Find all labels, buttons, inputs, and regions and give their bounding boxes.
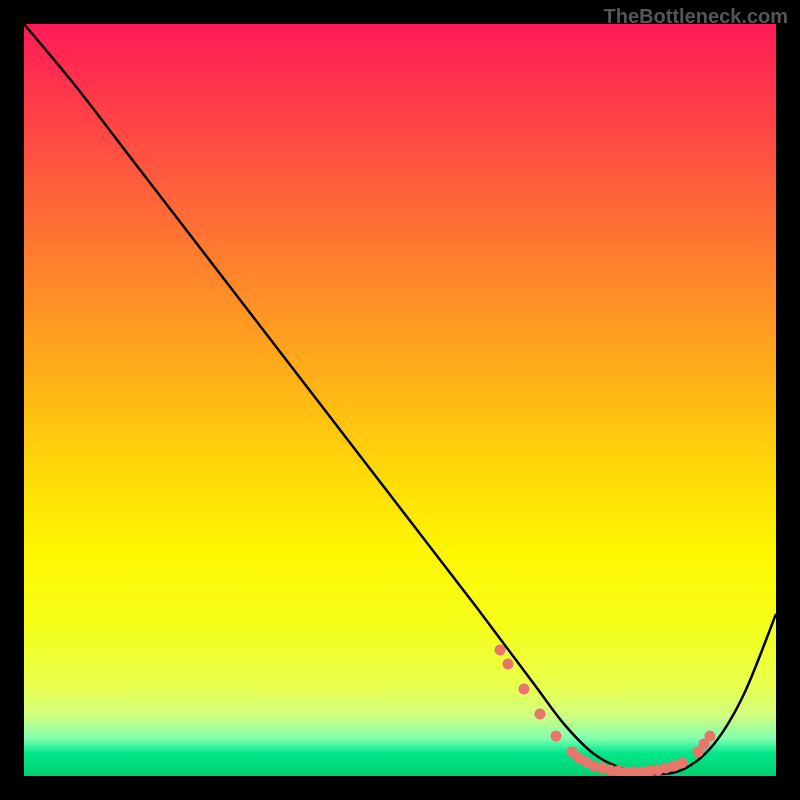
dot [503, 659, 514, 670]
plot-area [24, 24, 776, 776]
chart-container: TheBottleneck.com [0, 0, 800, 800]
curve-svg [24, 24, 776, 776]
dot [551, 731, 562, 742]
highlight-dots [495, 645, 716, 777]
main-curve [24, 24, 776, 774]
dot [677, 758, 688, 769]
dot [495, 645, 506, 656]
watermark-text: TheBottleneck.com [604, 6, 788, 29]
dot [519, 684, 530, 695]
dot [535, 709, 546, 720]
dot [705, 731, 716, 742]
